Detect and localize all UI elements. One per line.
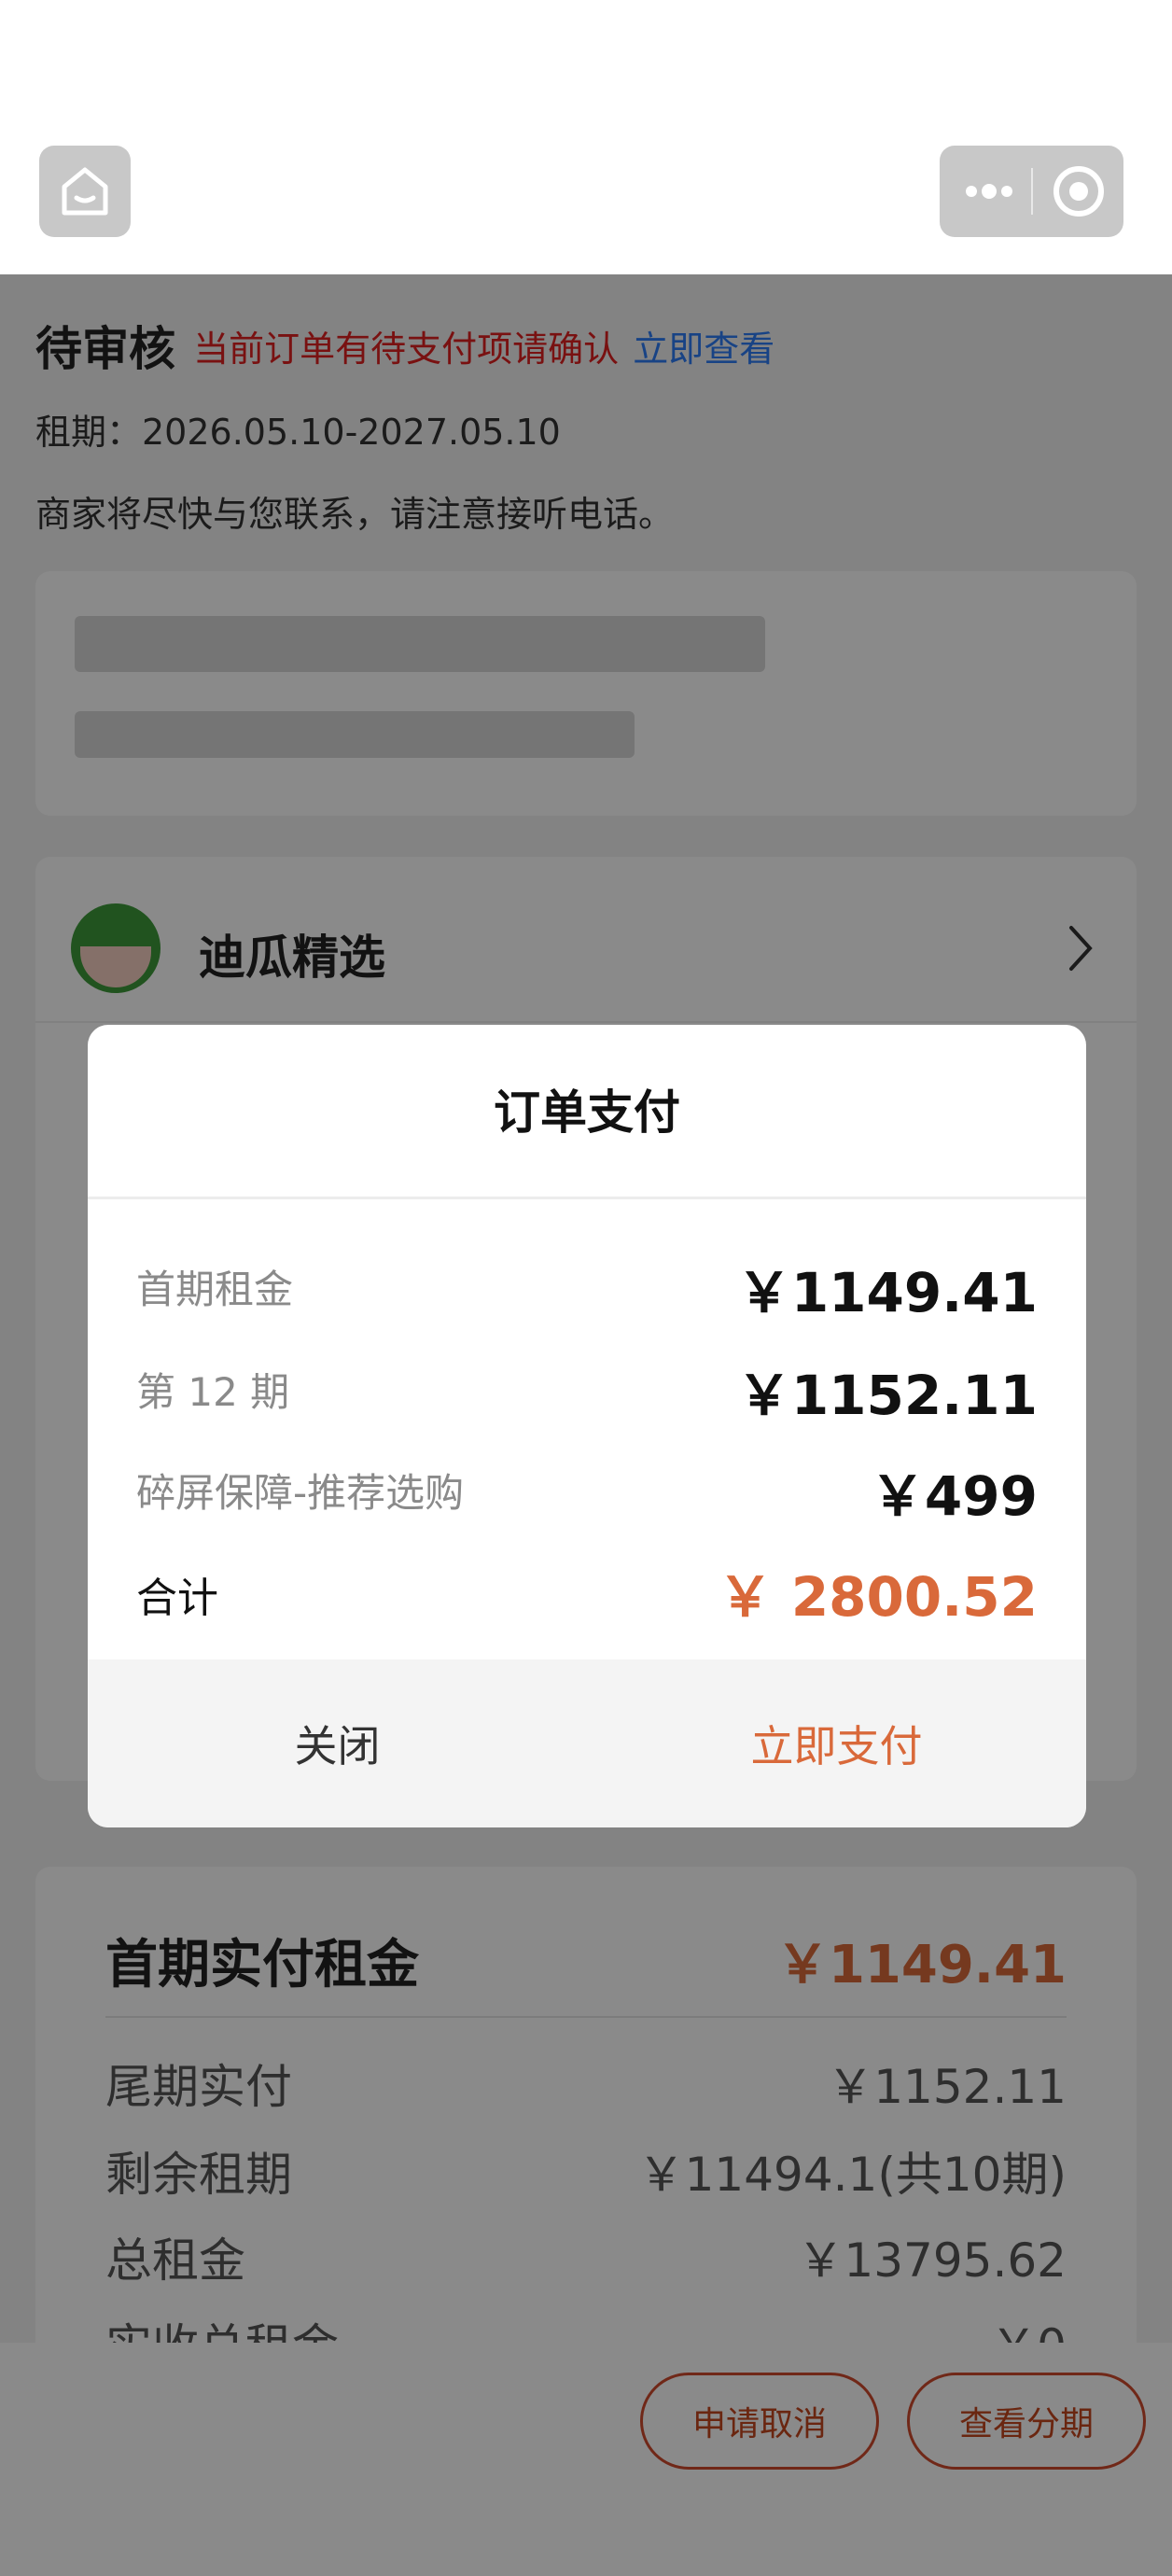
payment-item-value: ￥1152.11 bbox=[736, 1364, 1038, 1427]
total-label: 合计 bbox=[136, 1575, 218, 1622]
top-bar bbox=[0, 0, 1172, 274]
payment-item-value: ￥1149.41 bbox=[736, 1261, 1038, 1324]
home-icon bbox=[62, 167, 108, 216]
total-value: ￥ 2800.52 bbox=[718, 1565, 1038, 1629]
menu-capsule bbox=[940, 146, 1123, 237]
payment-item-label: 第 12 期 bbox=[136, 1369, 290, 1415]
dialog-title: 订单支付 bbox=[494, 1085, 680, 1140]
home-button[interactable] bbox=[39, 146, 131, 237]
order-payment-dialog: 订单支付 首期租金 ￥1149.41 第 12 期 ￥1152.11 碎屏保障-… bbox=[88, 1025, 1086, 1827]
close-miniprogram-icon[interactable] bbox=[1033, 146, 1124, 237]
dialog-footer: 关闭 立即支付 bbox=[88, 1659, 1086, 1827]
payment-item-label: 碎屏保障-推荐选购 bbox=[136, 1470, 465, 1516]
payment-item-label: 首期租金 bbox=[136, 1267, 294, 1312]
payment-item-value: ￥499 bbox=[870, 1464, 1038, 1528]
close-button[interactable]: 关闭 bbox=[88, 1659, 587, 1827]
divider bbox=[88, 1197, 1086, 1199]
pay-now-button[interactable]: 立即支付 bbox=[587, 1659, 1086, 1827]
more-icon[interactable] bbox=[943, 146, 1035, 237]
